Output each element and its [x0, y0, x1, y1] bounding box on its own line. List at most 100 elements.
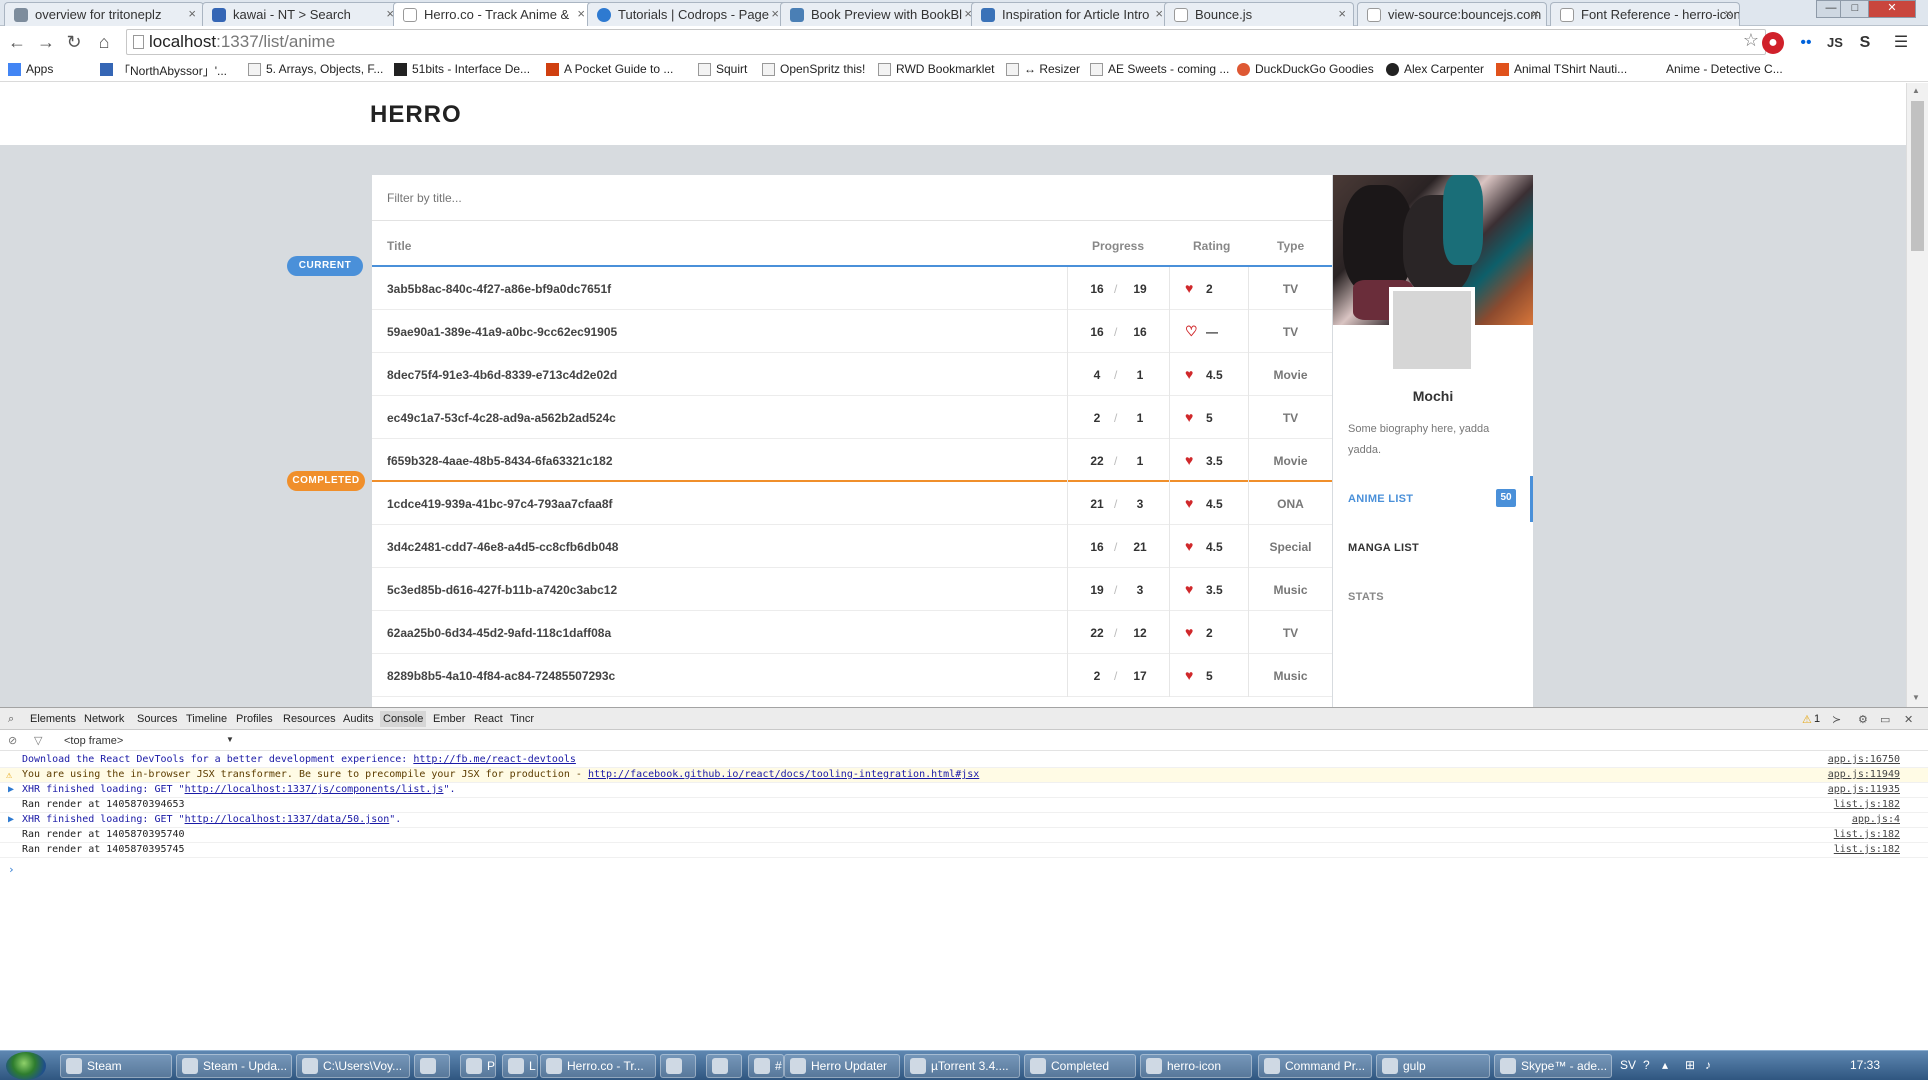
- tab-tincr[interactable]: Tincr: [510, 713, 534, 725]
- heart-icon[interactable]: ♥: [1185, 581, 1193, 597]
- browser-tab[interactable]: kawai - NT > Search ×: [202, 2, 402, 26]
- browser-tab[interactable]: Inspiration for Article Intro ×: [971, 2, 1171, 26]
- heart-icon[interactable]: ♥: [1185, 409, 1193, 425]
- bookmark[interactable]: DuckDuckGo Goodies: [1237, 62, 1374, 76]
- heart-icon[interactable]: ♥: [1185, 667, 1193, 683]
- taskbar-item[interactable]: Herro Updater: [784, 1054, 900, 1078]
- address-bar[interactable]: localhost:1337/list/anime ☆: [126, 29, 1766, 55]
- row-title[interactable]: 59ae90a1-389e-41a9-a0bc-9cc62ec91905: [387, 325, 617, 339]
- row-title[interactable]: 8289b8b5-4a10-4f84-ac84-72485507293c: [387, 669, 615, 683]
- table-row[interactable]: 1cdce419-939a-41bc-97c4-793aa7cfaa8f 21 / 3…: [372, 482, 1332, 525]
- close-icon[interactable]: ×: [577, 6, 585, 21]
- expand-caret-icon[interactable]: ▶: [8, 813, 14, 827]
- heart-icon[interactable]: ♥: [1185, 366, 1193, 382]
- taskbar-item[interactable]: [706, 1054, 742, 1078]
- tab-sources[interactable]: Sources: [137, 713, 177, 725]
- bookmark[interactable]: Anime - Detective C...: [1648, 62, 1783, 76]
- clock[interactable]: 17:33: [1850, 1058, 1880, 1072]
- console-link[interactable]: http://facebook.github.io/react/docs/too…: [588, 769, 979, 780]
- filter-input[interactable]: [372, 175, 1332, 221]
- clear-console-icon[interactable]: ⊘: [8, 734, 17, 747]
- tab-react[interactable]: React: [474, 713, 503, 725]
- start-button[interactable]: [6, 1052, 46, 1080]
- table-row[interactable]: 59ae90a1-389e-41a9-a0bc-9cc62ec91905 16/1…: [372, 310, 1332, 353]
- taskbar-item[interactable]: µTorrent 3.4....: [904, 1054, 1020, 1078]
- taskbar-item[interactable]: Steam - Upda...: [176, 1054, 292, 1078]
- heart-icon[interactable]: ♥: [1185, 452, 1193, 468]
- row-title[interactable]: f659b328-4aae-48b5-8434-6fa63321c182: [387, 454, 613, 468]
- column-title[interactable]: Title: [387, 239, 411, 253]
- source-link[interactable]: list.js:182: [1834, 828, 1900, 842]
- close-icon[interactable]: ✕: [1904, 713, 1913, 726]
- console-line[interactable]: Download the React DevTools for a better…: [0, 753, 1928, 768]
- heart-icon[interactable]: ♥: [1185, 624, 1193, 640]
- row-progress[interactable]: 16 / 16: [1067, 310, 1170, 353]
- row-progress[interactable]: 21 / 3: [1067, 482, 1170, 525]
- console-drawer-icon[interactable]: ≻: [1832, 713, 1841, 726]
- console-link[interactable]: http://localhost:1337/js/components/list…: [185, 784, 444, 795]
- bookmark-apps[interactable]: Apps: [8, 62, 53, 76]
- taskbar-item[interactable]: Steam: [60, 1054, 172, 1078]
- tab-audits[interactable]: Audits: [343, 713, 374, 725]
- tab-elements[interactable]: Elements: [30, 713, 76, 725]
- page-scrollbar[interactable]: ▲ ▼: [1906, 83, 1928, 707]
- table-row[interactable]: 8289b8b5-4a10-4f84-ac84-72485507293c 2 / 17…: [372, 654, 1332, 697]
- back-button[interactable]: ←: [5, 30, 29, 54]
- row-title[interactable]: 1cdce419-939a-41bc-97c4-793aa7cfaa8f: [387, 497, 613, 511]
- console-line[interactable]: ⚠ You are using the in-browser JSX transf…: [0, 768, 1928, 783]
- warning-count[interactable]: 1: [1814, 713, 1820, 725]
- app-logo[interactable]: HERRO: [370, 101, 462, 129]
- tab-resources[interactable]: Resources: [283, 713, 336, 725]
- nav-stats[interactable]: STATS: [1348, 591, 1384, 603]
- table-row[interactable]: ec49c1a7-53cf-4c28-ad9a-a562b2ad524c 2 / 1 ♥…: [372, 396, 1332, 439]
- browser-tab[interactable]: overview for tritoneplz ×: [4, 2, 204, 26]
- row-rating[interactable]: ♥ 5: [1170, 654, 1249, 697]
- tray-up-icon[interactable]: ▴: [1662, 1058, 1668, 1072]
- source-link[interactable]: app.js:11935: [1828, 783, 1900, 797]
- home-button[interactable]: ⌂: [92, 30, 116, 54]
- heart-icon[interactable]: ♡: [1185, 323, 1198, 340]
- source-link[interactable]: list.js:182: [1834, 843, 1900, 857]
- maximize-button[interactable]: □: [1840, 0, 1870, 18]
- close-icon[interactable]: ×: [771, 6, 779, 21]
- nav-anime-list[interactable]: ANIME LIST: [1348, 493, 1413, 505]
- expand-caret-icon[interactable]: ▶: [8, 783, 14, 797]
- menu-icon[interactable]: ☰: [1890, 32, 1912, 54]
- taskbar-item[interactable]: Completed: [1024, 1054, 1136, 1078]
- table-row[interactable]: 5c3ed85b-d616-427f-b11b-a7420c3abc12 19 / 3…: [372, 568, 1332, 611]
- row-rating[interactable]: ♡ —: [1170, 310, 1249, 353]
- heart-icon[interactable]: ♥: [1185, 538, 1193, 554]
- row-progress[interactable]: 22 / 12: [1067, 611, 1170, 654]
- column-rating[interactable]: Rating: [1193, 239, 1230, 253]
- source-link[interactable]: list.js:182: [1834, 798, 1900, 812]
- row-rating[interactable]: ♥ 4.5: [1170, 482, 1249, 525]
- reload-button[interactable]: ↻: [62, 30, 86, 54]
- bookmark[interactable]: ↔ Resizer: [1006, 62, 1080, 76]
- column-type[interactable]: Type: [1277, 239, 1304, 253]
- tab-ember[interactable]: Ember: [433, 713, 465, 725]
- window-close-button[interactable]: ✕: [1868, 0, 1916, 18]
- taskbar-item[interactable]: Skype™ - ade...: [1494, 1054, 1612, 1078]
- flickr-icon[interactable]: ••: [1795, 32, 1817, 54]
- tab-network[interactable]: Network: [84, 713, 124, 725]
- taskbar-item[interactable]: C:\Users\Voy...: [296, 1054, 410, 1078]
- bookmark[interactable]: Animal TShirt Nauti...: [1496, 62, 1627, 76]
- row-rating[interactable]: ♥ 2: [1170, 267, 1249, 310]
- browser-tab[interactable]: Font Reference - herro-icon ×: [1550, 2, 1740, 26]
- bookmark[interactable]: OpenSpritz this!: [762, 62, 865, 76]
- close-icon[interactable]: ×: [1724, 6, 1732, 21]
- tab-console[interactable]: Console: [380, 711, 427, 727]
- console-line[interactable]: Ran render at 1405870395745 list.js:182: [0, 843, 1928, 858]
- close-icon[interactable]: ×: [1338, 6, 1346, 21]
- forward-button[interactable]: →: [34, 30, 58, 54]
- row-rating[interactable]: ♥ 4.5: [1170, 353, 1249, 396]
- taskbar-item[interactable]: Herro.co - Tr...: [540, 1054, 656, 1078]
- console-link[interactable]: http://localhost:1337/data/50.json: [185, 814, 390, 825]
- console-line[interactable]: ▶ XHR finished loading: GET "http://local…: [0, 813, 1928, 828]
- taskbar-item[interactable]: Command Pr...: [1258, 1054, 1372, 1078]
- extension-icon[interactable]: JS: [1824, 32, 1846, 54]
- table-row[interactable]: 3ab5b8ac-840c-4f27-a86e-bf9a0dc7651f 16/1…: [372, 267, 1332, 310]
- heart-icon[interactable]: ♥: [1185, 495, 1193, 511]
- row-rating[interactable]: ♥ 4.5: [1170, 525, 1249, 568]
- chevron-down-icon[interactable]: ▼: [226, 735, 234, 744]
